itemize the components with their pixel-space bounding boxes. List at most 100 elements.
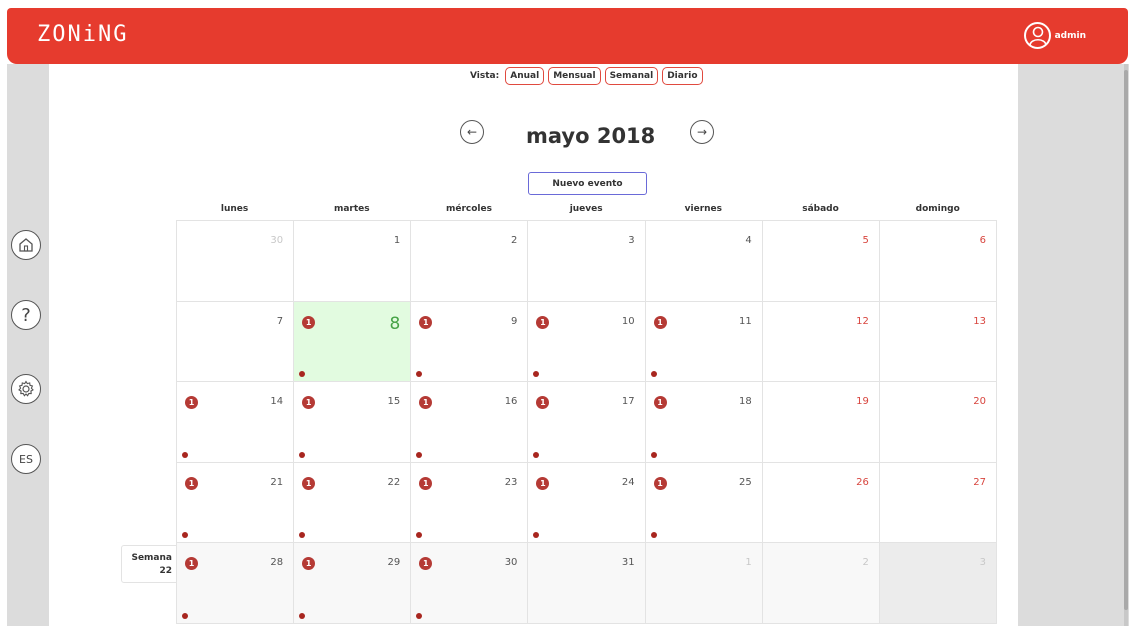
event-count-badge[interactable]: 1	[302, 315, 316, 329]
day-cell[interactable]: 1 21	[177, 462, 295, 544]
day-number: 6	[979, 235, 986, 246]
event-dot-icon[interactable]	[650, 451, 657, 458]
view-monthly-button[interactable]: Mensual	[548, 67, 601, 85]
event-count-badge[interactable]: 1	[302, 476, 316, 490]
view-daily-button[interactable]: Diario	[662, 67, 703, 85]
day-cell[interactable]: 1 28	[177, 543, 295, 624]
event-dot-icon[interactable]	[299, 612, 306, 619]
day-cell[interactable]: 20	[879, 382, 997, 463]
event-count-badge[interactable]: 1	[419, 315, 433, 329]
day-cell[interactable]: 5	[762, 221, 880, 302]
day-cell[interactable]: 1 30	[411, 543, 529, 624]
event-dot-icon[interactable]	[416, 371, 423, 378]
scrollbar-thumb[interactable]	[1124, 70, 1128, 610]
day-cell[interactable]: 2	[762, 543, 880, 624]
event-count-badge[interactable]: 1	[653, 315, 667, 329]
event-count-badge[interactable]: 1	[185, 557, 198, 571]
weekday-label: lunes	[220, 204, 249, 214]
event-dot-icon[interactable]	[299, 451, 306, 458]
help-icon[interactable]: ?	[11, 300, 41, 330]
day-cell[interactable]: 6	[879, 221, 997, 302]
event-count-badge[interactable]: 1	[536, 396, 550, 410]
week-number-label[interactable]: Semana 22	[121, 545, 177, 583]
day-cell[interactable]: 1 15	[294, 382, 412, 463]
day-cell-today[interactable]: 18	[294, 301, 412, 383]
event-dot-icon[interactable]	[650, 371, 657, 378]
username[interactable]: admin	[1055, 31, 1086, 41]
day-cell[interactable]: 1 18	[645, 382, 763, 463]
day-number: 30	[504, 557, 518, 569]
day-cell[interactable]: 1 22	[294, 462, 412, 544]
day-cell[interactable]: 4	[645, 221, 763, 302]
day-cell[interactable]: 26	[762, 462, 880, 544]
event-count-badge[interactable]: 1	[536, 476, 550, 490]
day-number: 28	[270, 557, 284, 569]
day-cell[interactable]: 1 10	[528, 301, 646, 383]
event-dot-icon[interactable]	[533, 371, 540, 378]
event-dot-icon[interactable]	[533, 451, 540, 458]
day-number: 11	[738, 315, 752, 327]
day-number: 2	[862, 557, 869, 569]
app-logo[interactable]: ZONiNG	[37, 22, 128, 47]
view-weekly-button[interactable]: Semanal	[604, 67, 659, 85]
day-cell[interactable]: 19	[762, 382, 880, 463]
event-count-badge[interactable]: 1	[419, 557, 433, 571]
day-number: 8	[389, 313, 401, 334]
event-dot-icon[interactable]	[416, 612, 423, 619]
day-number: 5	[862, 235, 869, 246]
day-cell[interactable]: 1 16	[411, 382, 529, 463]
arrow-left-icon[interactable]: ←	[460, 120, 484, 144]
event-count-badge[interactable]: 1	[185, 396, 198, 410]
event-dot-icon[interactable]	[650, 532, 657, 539]
home-icon[interactable]	[11, 230, 41, 260]
day-number: 25	[738, 476, 752, 488]
event-count-badge[interactable]: 1	[653, 476, 667, 490]
day-cell[interactable]: 1 25	[645, 462, 763, 544]
day-cell[interactable]: 27	[879, 462, 997, 544]
event-count-badge[interactable]: 1	[653, 396, 667, 410]
day-number: 19	[856, 396, 869, 408]
new-event-button[interactable]: Nuevo evento	[528, 172, 647, 195]
day-cell[interactable]: 13	[879, 301, 997, 383]
day-cell[interactable]: 1 24	[528, 462, 646, 544]
day-cell[interactable]: 7	[177, 301, 295, 383]
arrow-right-icon[interactable]: →	[690, 120, 714, 144]
event-dot-icon[interactable]	[299, 532, 306, 539]
view-annual-button[interactable]: Anual	[505, 67, 545, 85]
day-cell[interactable]: 31	[528, 543, 646, 624]
event-dot-icon[interactable]	[416, 451, 423, 458]
day-cell[interactable]: 1 23	[411, 462, 529, 544]
day-cell[interactable]: 3	[528, 221, 646, 302]
event-count-badge[interactable]: 1	[302, 396, 316, 410]
event-dot-icon[interactable]	[299, 371, 306, 378]
event-dot-icon[interactable]	[182, 451, 188, 458]
event-dot-icon[interactable]	[533, 532, 540, 539]
day-cell[interactable]: 2	[411, 221, 529, 302]
day-number: 21	[270, 476, 284, 488]
event-dot-icon[interactable]	[416, 532, 423, 539]
settings-icon[interactable]	[11, 374, 41, 404]
event-count-badge[interactable]: 1	[302, 557, 316, 571]
weekday-label: mércoles	[445, 204, 492, 214]
day-cell[interactable]: 19	[411, 301, 529, 383]
user-avatar-icon[interactable]	[1023, 22, 1051, 49]
day-cell[interactable]: 1 14	[177, 382, 295, 463]
day-cell[interactable]: 1 11	[645, 301, 763, 383]
event-count-badge[interactable]: 1	[419, 476, 433, 490]
event-dot-icon[interactable]	[182, 532, 188, 539]
event-dot-icon[interactable]	[182, 612, 188, 619]
day-cell[interactable]: 1 29	[294, 543, 412, 624]
day-cell[interactable]: 1	[294, 221, 412, 302]
day-cell[interactable]: 30	[177, 221, 295, 302]
user-menu[interactable]: admin	[1023, 22, 1086, 49]
day-cell[interactable]: 1	[645, 543, 763, 624]
day-number: 15	[387, 396, 401, 408]
event-count-badge[interactable]: 1	[536, 315, 550, 329]
language-button[interactable]: ES	[11, 444, 41, 474]
event-count-badge[interactable]: 1	[419, 396, 433, 410]
day-cell[interactable]: 12	[762, 301, 880, 383]
language-label: ES	[19, 452, 33, 466]
day-cell[interactable]: 1 17	[528, 382, 646, 463]
event-count-badge[interactable]: 1	[185, 476, 198, 490]
day-cell[interactable]: 3	[879, 543, 997, 624]
